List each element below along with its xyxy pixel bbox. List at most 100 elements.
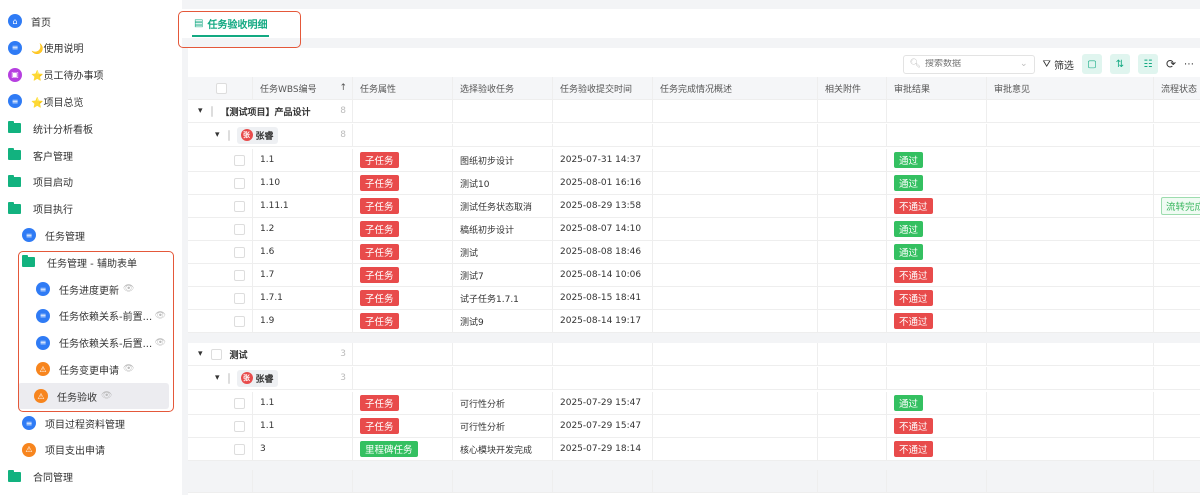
approval-result-tag: 不通过 — [894, 267, 933, 283]
expand-caret-icon[interactable]: ▾ — [198, 349, 203, 359]
group-checkbox[interactable] — [227, 129, 230, 141]
sidebar-item[interactable]: 项目启动 — [0, 169, 170, 195]
row-checkbox[interactable] — [234, 223, 245, 235]
column-header[interactable]: 选择验收任务 — [460, 82, 514, 95]
row-checkbox[interactable] — [234, 443, 245, 455]
task-name[interactable]: 试子任务1.7.1 — [460, 292, 519, 305]
sort-ascending-icon[interactable]: ↑ — [339, 83, 347, 93]
table-cell: 选择验收任务 — [453, 77, 553, 99]
search-input[interactable] — [924, 59, 1020, 69]
table-footer-row — [188, 470, 1200, 493]
row-checkbox[interactable] — [234, 177, 245, 189]
table-cell — [188, 438, 253, 460]
sort-button[interactable]: ⇅ — [1109, 54, 1130, 74]
table-row: 1.1 子任务 图纸初步设计 2025-07-31 14:37 通过 — [188, 149, 1200, 172]
column-header[interactable]: 审批意见 — [994, 82, 1030, 95]
sidebar-item[interactable]: ≡ 项目过程资料管理 — [0, 410, 170, 436]
row-checkbox[interactable] — [234, 292, 245, 304]
column-header[interactable]: 相关附件 — [825, 82, 861, 95]
table-cell: 测试 — [453, 241, 553, 263]
group-button[interactable]: ☷ — [1137, 54, 1158, 74]
card-view-button[interactable]: ▢ — [1081, 54, 1102, 74]
task-type-tag: 子任务 — [360, 244, 399, 260]
row-checkbox[interactable] — [234, 154, 245, 166]
task-name[interactable]: 测试7 — [460, 269, 484, 282]
row-checkbox[interactable] — [234, 269, 245, 281]
table-cell — [818, 195, 887, 217]
column-header[interactable]: 任务属性 — [360, 82, 396, 95]
task-type-tag: 子任务 — [360, 267, 399, 283]
table-cell: 子任务 — [353, 287, 453, 309]
toolbar: 🔍︎ ⌄ ⛛筛选 ▢ ⇅ ☷ ⟳ ⋯ — [902, 51, 1200, 77]
select-all-checkbox[interactable] — [216, 82, 227, 94]
approval-result-tag: 通过 — [894, 221, 924, 237]
row-checkbox[interactable] — [234, 200, 245, 212]
expand-caret-icon[interactable]: ▾ — [215, 373, 220, 383]
table-cell: ▾ 测试 — [188, 343, 253, 365]
row-checkbox[interactable] — [234, 397, 245, 409]
table-cell — [887, 470, 987, 492]
more-icon[interactable]: ⋯ — [1184, 59, 1194, 70]
task-name[interactable]: 测试任务状态取消 — [460, 200, 532, 213]
sidebar-item[interactable]: ≡ 🌙使用说明 — [0, 35, 170, 61]
task-name[interactable]: 可行性分析 — [460, 420, 505, 433]
submit-time: 2025-08-01 16:16 — [560, 178, 642, 188]
search-box[interactable]: 🔍︎ ⌄ — [902, 54, 1035, 74]
table-cell: 子任务 — [353, 310, 453, 332]
table-cell: 试子任务1.7.1 — [453, 287, 553, 309]
sidebar-item[interactable]: 合同管理 — [0, 464, 170, 490]
table-cell: 测试任务状态取消 — [453, 195, 553, 217]
table-cell — [987, 287, 1154, 309]
row-checkbox[interactable] — [234, 420, 245, 432]
group-checkbox[interactable] — [210, 105, 213, 117]
wbs-code: 1.1 — [260, 421, 275, 431]
refresh-icon[interactable]: ⟳ — [1166, 57, 1176, 71]
table-row: 1.10 子任务 测试10 2025-08-01 16:16 通过 — [188, 172, 1200, 195]
group-checkbox[interactable] — [210, 348, 222, 360]
column-header[interactable]: 审批结果 — [894, 82, 930, 95]
table-cell — [1154, 343, 1200, 365]
wbs-code: 1.1 — [260, 155, 275, 165]
task-name[interactable]: 测试 — [460, 246, 478, 259]
group-checkbox[interactable] — [227, 372, 230, 384]
task-type-tag: 子任务 — [360, 313, 399, 329]
task-name[interactable]: 测试10 — [460, 177, 489, 190]
table-row: 1.11.1 子任务 测试任务状态取消 2025-08-29 13:58 不通过 流转完成 — [188, 195, 1200, 218]
task-name[interactable]: 可行性分析 — [460, 397, 505, 410]
table-cell: 测试7 — [453, 264, 553, 286]
table-cell: 不通过 — [887, 438, 987, 460]
sidebar-item[interactable]: ≡ 任务管理 — [0, 222, 170, 248]
table-cell — [653, 392, 818, 414]
sidebar: ⌂ 首页 ≡ 🌙使用说明 ▣ ⭐员工待办事项 ≡ ⭐项目总览 统计分析看板 客户管理 项目启动 项目执… — [0, 0, 180, 495]
task-type-tag: 子任务 — [360, 418, 399, 434]
sidebar-item[interactable]: ⚠ 项目支出申请 — [0, 437, 170, 463]
table-row: 1.2 子任务 稿纸初步设计 2025-08-07 14:10 通过 — [188, 218, 1200, 241]
sidebar-item[interactable]: ⌂ 首页 — [0, 8, 170, 34]
task-name[interactable]: 测试9 — [460, 315, 484, 328]
task-name[interactable]: 核心模块开发完成 — [460, 443, 532, 456]
column-header[interactable]: 流程状态 — [1161, 82, 1197, 95]
expand-caret-icon[interactable]: ▾ — [215, 130, 220, 140]
sidebar-item[interactable]: 项目执行 — [0, 196, 170, 222]
table-cell — [653, 195, 818, 217]
chevron-down-icon[interactable]: ⌄ — [1020, 59, 1028, 69]
task-name[interactable]: 稿纸初步设计 — [460, 223, 514, 236]
group-count: 8 — [340, 106, 346, 116]
sidebar-item[interactable]: ▣ ⭐员工待办事项 — [0, 62, 170, 88]
row-checkbox[interactable] — [234, 315, 245, 327]
column-header[interactable]: 任务WBS编号 — [260, 82, 317, 95]
row-checkbox[interactable] — [234, 246, 245, 258]
column-header[interactable]: 任务完成情况概述 — [660, 82, 732, 95]
column-header[interactable]: 任务验收提交时间 — [560, 82, 632, 95]
folder-icon — [8, 174, 21, 187]
sidebar-item[interactable]: 统计分析看板 — [0, 115, 170, 141]
filter-button[interactable]: ⛛ 筛选 — [1043, 57, 1074, 72]
table-cell — [653, 172, 818, 194]
table-cell — [887, 100, 987, 122]
task-name[interactable]: 图纸初步设计 — [460, 154, 514, 167]
expand-caret-icon[interactable]: ▾ — [198, 106, 203, 116]
sidebar-item-label: 🌙使用说明 — [31, 44, 84, 56]
table-cell: 任务验收提交时间 — [553, 77, 653, 99]
sidebar-item[interactable]: 客户管理 — [0, 142, 170, 168]
sidebar-item[interactable]: ≡ ⭐项目总览 — [0, 88, 170, 114]
